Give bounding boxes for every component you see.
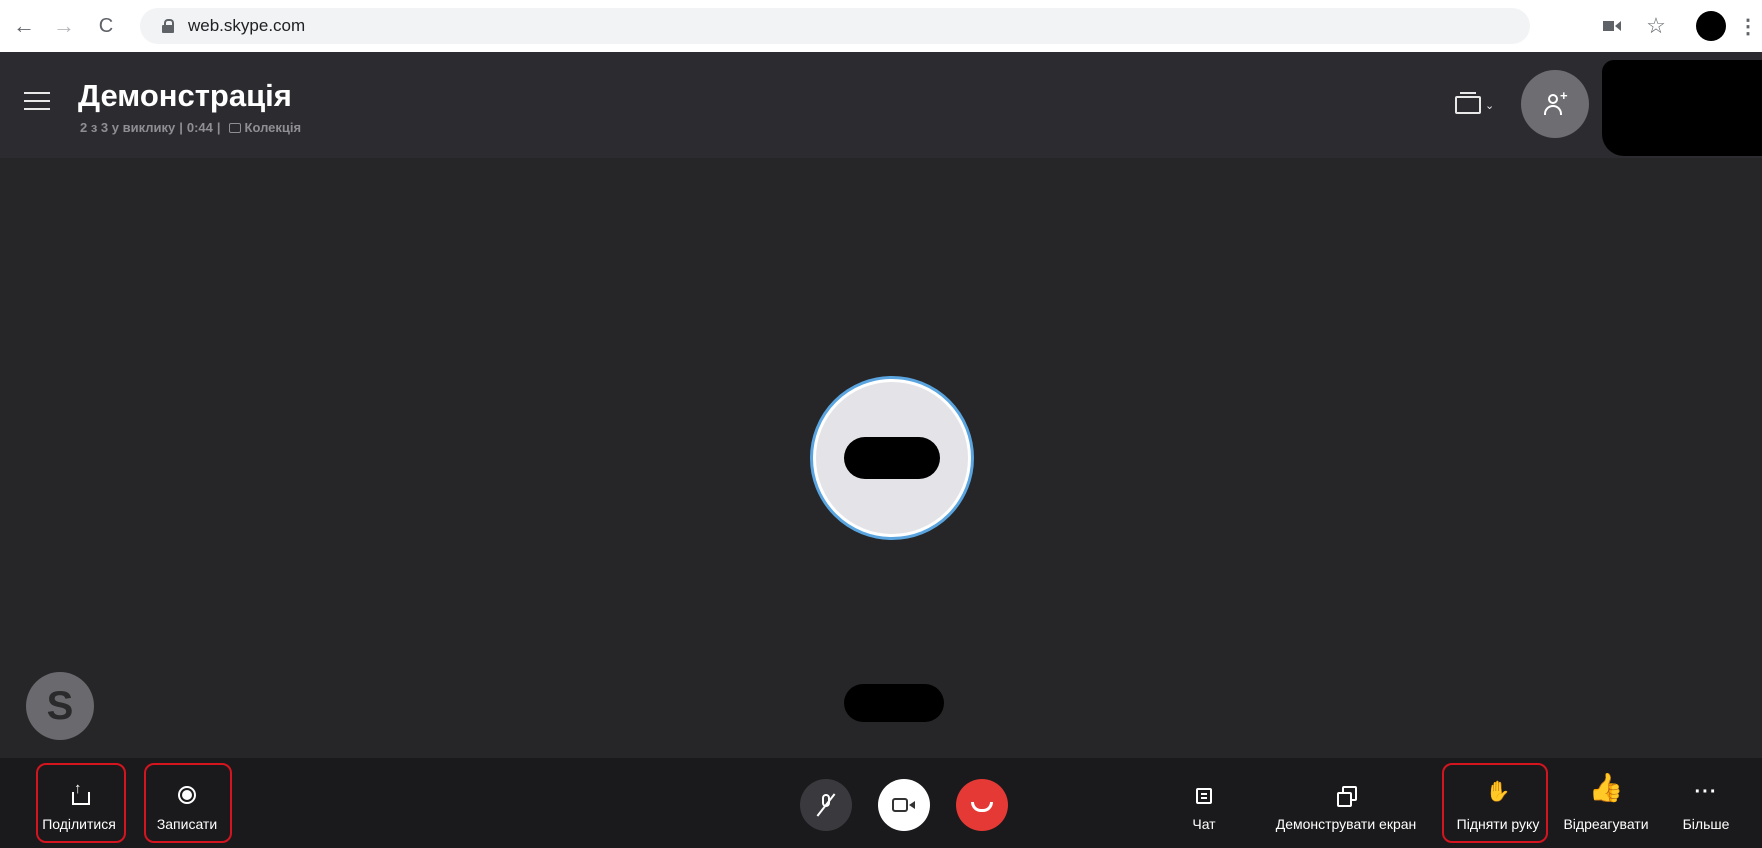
- chevron-down-icon: ⌄: [1485, 99, 1495, 112]
- call-title: Демонстрація: [78, 78, 292, 113]
- separator: |: [216, 120, 221, 135]
- url-text[interactable]: web.skype.com: [188, 16, 305, 36]
- profile-avatar[interactable]: [1695, 10, 1727, 42]
- address-bar[interactable]: web.skype.com: [140, 8, 1530, 44]
- add-person-icon: +: [1543, 88, 1568, 116]
- chat-icon: [1196, 788, 1212, 804]
- share-screen-button[interactable]: Демонструвати екран: [1262, 758, 1430, 848]
- lock-icon[interactable]: [162, 19, 174, 33]
- reload-icon[interactable]: C: [92, 12, 120, 40]
- hang-up-icon: [971, 802, 993, 812]
- call-subtitle: 2 з 3 у виклику | 0:44 | Колекція: [80, 120, 301, 135]
- thumbs-up-icon: 👍: [1588, 772, 1624, 803]
- avatar-background: [816, 382, 968, 534]
- redacted-participant-thumbnail: [1602, 60, 1762, 156]
- browser-toolbar: ← → C web.skype.com ☆ ⋮: [0, 0, 1762, 52]
- collection-icon[interactable]: [228, 122, 241, 133]
- hamburger-menu-icon[interactable]: [24, 90, 52, 112]
- star-icon[interactable]: ☆: [1642, 10, 1670, 42]
- react-label: Відреагувати: [1563, 816, 1649, 832]
- highlight-outline: [144, 763, 232, 843]
- microphone-off-icon: [816, 793, 836, 817]
- collection-link[interactable]: Колекція: [245, 120, 302, 135]
- layout-icon: [1455, 92, 1481, 114]
- call-duration: 0:44: [186, 120, 213, 135]
- chat-button[interactable]: Чат: [1180, 758, 1228, 848]
- kebab-menu-icon[interactable]: ⋮: [1738, 10, 1758, 42]
- more-options-button[interactable]: ··· Більше: [1666, 758, 1746, 848]
- participant-avatar: [810, 376, 974, 540]
- participant-count: 2 з 3 у виклику: [80, 120, 176, 135]
- share-screen-icon: [1337, 786, 1357, 807]
- camera-in-use-icon[interactable]: [1600, 10, 1624, 42]
- call-controls-bar: Поділитися Записати Чат Демонструвати ек…: [0, 758, 1762, 848]
- separator: |: [179, 120, 183, 135]
- highlight-outline: [1442, 763, 1548, 843]
- toggle-camera-button[interactable]: [878, 779, 930, 831]
- skype-logo-icon: S: [26, 672, 94, 740]
- mute-microphone-button[interactable]: [800, 779, 852, 831]
- highlight-outline: [36, 763, 126, 843]
- back-arrow-icon[interactable]: ←: [10, 12, 38, 40]
- call-stage: S: [0, 158, 1762, 758]
- more-options-label: Більше: [1682, 816, 1730, 832]
- redacted-initials: [844, 437, 940, 479]
- forward-arrow-icon[interactable]: →: [50, 12, 78, 40]
- more-options-icon: ···: [1694, 781, 1718, 803]
- end-call-button[interactable]: [956, 779, 1008, 831]
- call-header: Демонстрація 2 з 3 у виклику | 0:44 | Ко…: [0, 52, 1762, 158]
- layout-switch-button[interactable]: ⌄: [1455, 90, 1499, 120]
- chat-label: Чат: [1192, 816, 1216, 832]
- video-camera-icon: [892, 797, 916, 813]
- react-button[interactable]: 👍 Відреагувати: [1556, 758, 1656, 848]
- redacted-participant-name: [844, 684, 944, 722]
- add-participant-button[interactable]: +: [1521, 70, 1589, 138]
- share-screen-label: Демонструвати екран: [1275, 816, 1417, 832]
